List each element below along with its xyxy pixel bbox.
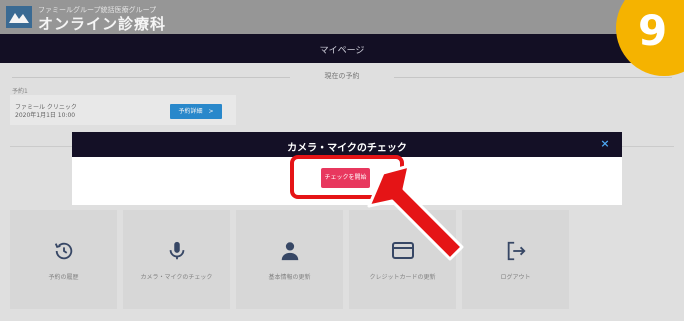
step-number: 9: [638, 6, 668, 55]
modal-title: カメラ・マイクのチェック: [287, 143, 407, 154]
close-icon[interactable]: ×: [598, 137, 612, 151]
modal-header: カメラ・マイクのチェック ×: [72, 132, 622, 157]
pointer-arrow-icon: [367, 164, 464, 261]
